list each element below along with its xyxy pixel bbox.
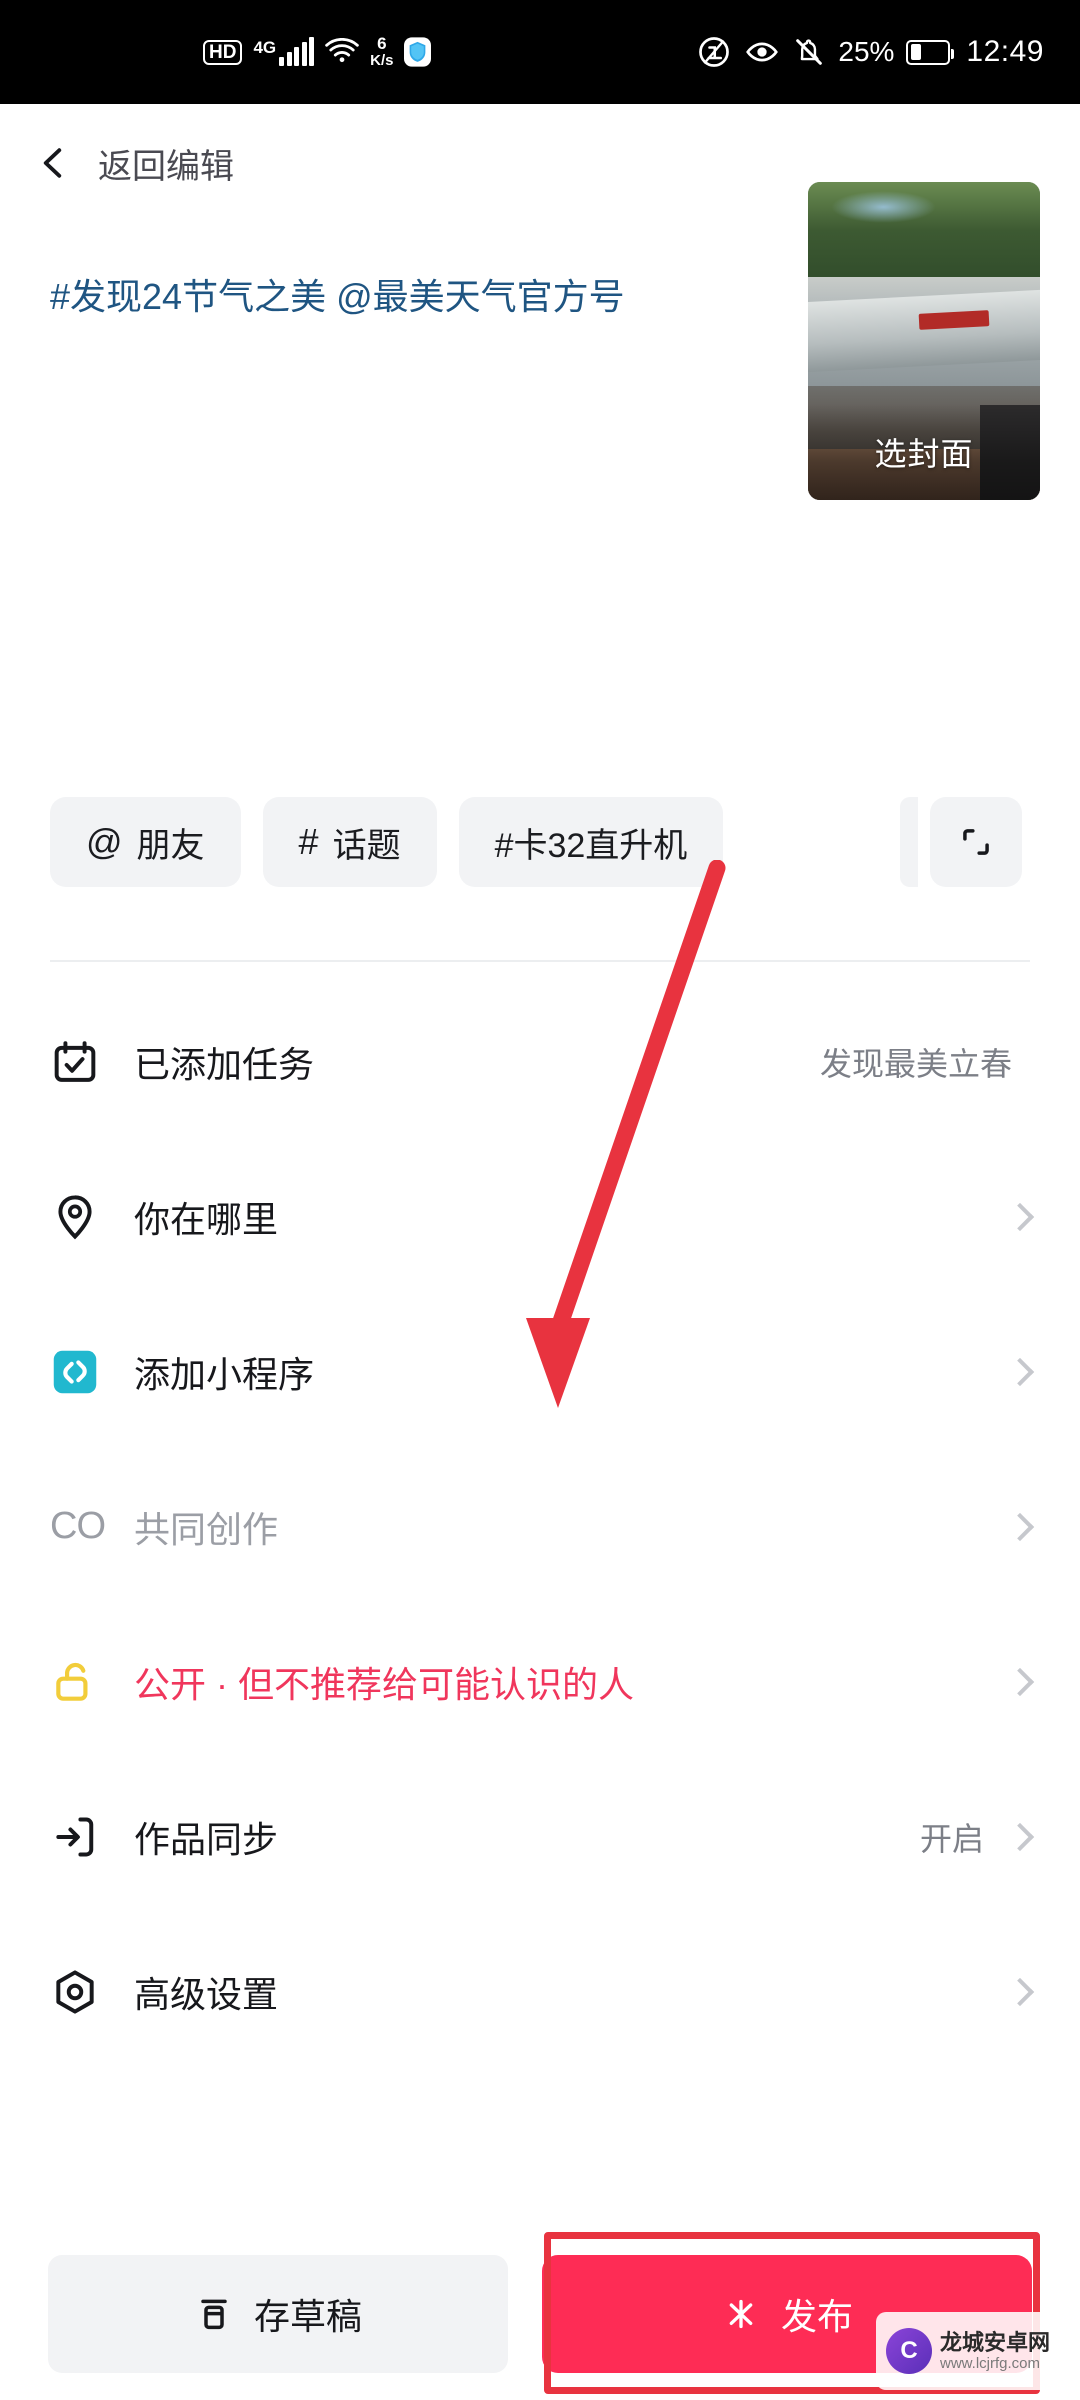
hash-symbol-icon: # — [298, 821, 319, 862]
battery-percent-label: 25% — [838, 36, 895, 67]
shield-icon — [404, 37, 432, 67]
watermark-site-name: 龙城安卓网 — [940, 2329, 1051, 2355]
advanced-settings-icon — [50, 1967, 108, 2017]
chevron-right-icon — [1005, 1202, 1035, 1231]
status-bar-right: 25% 12:49 — [696, 0, 1052, 104]
hd-icon: HD — [203, 39, 243, 65]
chevron-right-icon — [1005, 1512, 1035, 1541]
save-draft-label: 存草稿 — [253, 2296, 362, 2337]
row-added-task-value: 发现最美立春 — [819, 1045, 1012, 1082]
chip-topic[interactable]: # 话题 — [262, 797, 437, 887]
status-bar: HD 4G 6 K/s 25% 12:49 — [0, 0, 1080, 104]
option-list: 已添加任务 发现最美立春 你在哪里 添加小程序 CO 共同创作 公开 · 但不推… — [0, 984, 1080, 2069]
section-divider — [50, 960, 1030, 962]
chip-topic-label: 话题 — [332, 826, 401, 865]
network-speed-indicator: 6 K/s — [370, 35, 393, 69]
mini-program-icon — [50, 1347, 108, 1397]
chevron-right-icon — [1005, 1977, 1035, 2006]
save-draft-button[interactable]: 存草稿 — [48, 2255, 508, 2373]
chip-mention-friend[interactable]: @ 朋友 — [50, 797, 241, 887]
chevron-right-icon — [1005, 1667, 1035, 1696]
network-speed-value: 6 — [377, 34, 387, 54]
cellular-signal-icon: 4G — [253, 37, 315, 66]
unlock-icon — [50, 1657, 108, 1707]
phone-screen: HD 4G 6 K/s 25% 12:49 返回编辑 #发现24节气之美 @最美… — [0, 0, 1080, 2400]
signal-bars-icon — [279, 37, 315, 66]
auto-rotate-icon — [699, 37, 730, 67]
row-sync-value: 开启 — [919, 1820, 984, 1857]
wifi-icon — [325, 38, 359, 63]
chip-scan[interactable] — [930, 797, 1022, 887]
bell-muted-icon — [796, 39, 823, 65]
chip-overflow-peek[interactable] — [900, 797, 918, 887]
location-pin-icon — [50, 1192, 108, 1242]
cover-aircraft-shape — [808, 289, 1040, 373]
row-visibility[interactable]: 公开 · 但不推荐给可能认识的人 — [0, 1604, 1080, 1759]
battery-icon — [906, 39, 955, 65]
row-location-label: 你在哪里 — [134, 1198, 279, 1240]
publish-label: 发布 — [780, 2296, 853, 2337]
caption-section: #发现24节气之美 @最美天气官方号 选封面 — [0, 182, 1080, 500]
status-bar-clock: 12:49 — [966, 35, 1044, 68]
row-visibility-label: 公开 · 但不推荐给可能认识的人 — [134, 1663, 634, 1705]
at-symbol-icon: @ — [86, 821, 123, 862]
co-create-icon: CO — [50, 1505, 106, 1547]
cover-sky-region — [808, 182, 1040, 291]
watermark-text: 龙城安卓网 www.lcjrfg.com — [940, 2330, 1050, 2373]
row-advanced-settings[interactable]: 高级设置 — [0, 1914, 1080, 2069]
select-cover-label[interactable]: 选封面 — [808, 404, 1040, 500]
scan-frame-icon — [963, 829, 989, 855]
calendar-check-icon — [50, 1037, 108, 1087]
network-speed-unit: K/s — [370, 52, 394, 70]
row-added-task[interactable]: 已添加任务 发现最美立春 — [0, 984, 1080, 1139]
status-bar-left: HD 4G 6 K/s — [28, 0, 432, 104]
row-co-create[interactable]: CO 共同创作 — [0, 1449, 1080, 1604]
row-sync-label: 作品同步 — [134, 1818, 279, 1860]
row-advanced-settings-label: 高级设置 — [134, 1973, 279, 2015]
row-added-task-label: 已添加任务 — [134, 1043, 315, 1085]
sparkle-icon — [729, 2299, 753, 2329]
row-sync[interactable]: 作品同步 开启 — [0, 1759, 1080, 1914]
chip-mention-friend-label: 朋友 — [136, 826, 205, 865]
watermark: C 龙城安卓网 www.lcjrfg.com — [876, 2312, 1066, 2390]
row-mini-program-label: 添加小程序 — [134, 1353, 315, 1395]
save-draft-icon — [201, 2299, 227, 2330]
chip-hashtag-ka32-label: #卡32直升机 — [494, 826, 688, 865]
row-location[interactable]: 你在哪里 — [0, 1139, 1080, 1294]
watermark-logo-icon: C — [886, 2328, 932, 2374]
chevron-right-icon — [1005, 1357, 1035, 1386]
caption-input[interactable]: #发现24节气之美 @最美天气官方号 — [50, 270, 660, 324]
tag-chip-row[interactable]: @ 朋友 # 话题 #卡32直升机 — [0, 797, 1080, 887]
sync-icon — [50, 1812, 108, 1862]
eye-comfort-icon — [746, 42, 779, 62]
chevron-right-icon — [1005, 1822, 1035, 1851]
row-co-create-label: 共同创作 — [134, 1508, 279, 1550]
network-type-label: 4G — [253, 38, 277, 57]
chip-hashtag-ka32[interactable]: #卡32直升机 — [458, 797, 724, 887]
watermark-site-url: www.lcjrfg.com — [940, 2355, 1041, 2373]
cover-thumbnail[interactable]: 选封面 — [808, 182, 1040, 500]
nav-title[interactable]: 返回编辑 — [98, 139, 234, 188]
row-mini-program[interactable]: 添加小程序 — [0, 1294, 1080, 1449]
back-chevron-icon[interactable] — [36, 145, 72, 181]
